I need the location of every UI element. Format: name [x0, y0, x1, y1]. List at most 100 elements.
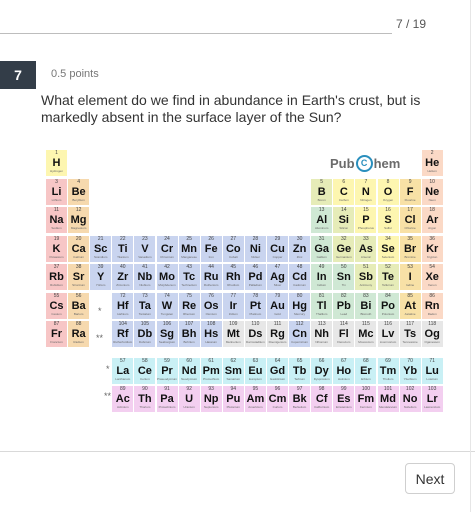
element-cell-lv: 116 Lv Livermorium — [377, 321, 399, 347]
element-name: Hassium — [205, 340, 218, 344]
element-symbol: Mt — [226, 328, 240, 340]
atomic-number: 103 — [428, 386, 437, 392]
atomic-number: 6 — [342, 178, 346, 185]
element-name: Nihonium — [315, 340, 329, 344]
atomic-number: 60 — [186, 357, 192, 364]
element-symbol: Cn — [292, 328, 307, 340]
element-symbol: Tm — [379, 364, 397, 377]
atomic-number: 21 — [97, 235, 104, 242]
element-symbol: Ir — [229, 299, 237, 312]
next-button[interactable]: Next — [405, 463, 455, 494]
element-name: Cesium — [51, 311, 62, 316]
element-cell-mg: 12 Mg Magnesium — [68, 207, 90, 233]
atomic-number: 47 — [274, 264, 281, 270]
element-name: Holmium — [337, 376, 350, 381]
element-cell-os: 76 Os Osmium — [200, 292, 222, 319]
atomic-number: 59 — [164, 357, 170, 364]
element-name: Copernicium — [291, 340, 309, 344]
element-symbol: Bk — [292, 393, 307, 405]
element-name: Livermorium — [379, 340, 397, 344]
atomic-number: 76 — [208, 292, 214, 299]
element-cell-y: 39 Y Yttrium — [90, 264, 112, 290]
atomic-number: 10 — [429, 178, 435, 185]
element-cell-np: 93 Np Neptunium — [200, 386, 222, 412]
element-name: Cobalt — [228, 254, 238, 259]
atomic-number: 54 — [429, 264, 435, 270]
element-cell-rf: 104 Rf Rutherfordium — [112, 321, 134, 347]
element-symbol: Sm — [224, 364, 242, 377]
element-cell-at: 85 At Astatine — [399, 292, 421, 319]
element-cell-yb: 70 Yb Ytterbium — [399, 357, 421, 384]
element-symbol: Zn — [292, 242, 307, 255]
element-cell-ti: 22 Ti Titanium — [112, 235, 134, 262]
element-cell-nh: 113 Nh Nihonium — [311, 321, 333, 347]
element-cell-ir: 77 Ir Iridium — [222, 292, 244, 319]
element-name: Seaborgium — [158, 340, 176, 344]
element-cell-am: 95 Am Americium — [244, 386, 266, 412]
element-symbol: Fm — [357, 393, 375, 405]
atomic-number: 99 — [341, 386, 347, 392]
element-name: Iridium — [228, 311, 238, 316]
element-symbol: Po — [380, 299, 396, 312]
atomic-number: 23 — [142, 235, 148, 242]
element-name: Rhodium — [227, 283, 240, 287]
element-cell-cs: 55 Cs Cesium — [46, 292, 67, 319]
element-name: Manganese — [181, 254, 197, 259]
element-name: Germanium — [335, 254, 352, 259]
element-name: Phosphorus — [357, 226, 374, 230]
element-symbol: Au — [270, 299, 285, 312]
element-symbol: Sg — [159, 328, 175, 340]
element-cell-p: 15 P Phosphorus — [355, 207, 377, 233]
element-symbol: Be — [71, 185, 86, 198]
element-name: Californium — [314, 405, 330, 409]
element-cell-po: 84 Po Polonium — [377, 292, 399, 319]
atomic-number: 104 — [118, 321, 127, 327]
element-name: Bromine — [404, 254, 416, 259]
element-name: Selenium — [381, 254, 395, 259]
periodic-table-image: Pub C hem * ** * ** 1 H Hydrogen 2 He Helium 3… — [46, 148, 446, 412]
element-cell-sr: 38 Sr Strontium — [68, 264, 90, 290]
element-symbol: Al — [316, 214, 328, 226]
element-name: Carbon — [338, 197, 349, 202]
element-cell-ge: 32 Ge Germanium — [333, 235, 355, 262]
element-name: Sodium — [51, 226, 62, 230]
atomic-number: 22 — [120, 235, 126, 242]
atomic-number: 3 — [55, 178, 58, 185]
atomic-number: 58 — [142, 357, 148, 364]
element-name: Platinum — [249, 311, 262, 316]
element-cell-mo: 42 Mo Molybdenum — [156, 264, 178, 290]
atomic-number: 78 — [252, 292, 259, 299]
element-cell-cf: 98 Cf Californium — [311, 386, 333, 412]
element-symbol: Ru — [203, 271, 219, 283]
element-symbol: Ho — [336, 364, 352, 377]
atomic-number: 74 — [164, 292, 170, 299]
atomic-number: 87 — [53, 321, 60, 327]
atomic-number: 94 — [230, 386, 237, 392]
element-cell-eu: 63 Eu Europium — [244, 357, 266, 384]
element-name: Oganesson — [424, 340, 440, 344]
atomic-number: 113 — [317, 321, 326, 327]
atomic-number: 4 — [77, 178, 80, 185]
atomic-number: 67 — [341, 357, 347, 364]
element-cell-v: 23 V Vanadium — [134, 235, 156, 262]
element-symbol: Hf — [116, 299, 129, 312]
element-symbol: Mn — [181, 242, 198, 255]
element-cell-w: 74 W Tungsten — [156, 292, 178, 319]
atomic-number: 91 — [164, 386, 170, 392]
element-symbol: Pb — [336, 299, 351, 312]
element-name: Tungsten — [160, 311, 174, 316]
atomic-number: 93 — [208, 386, 214, 392]
element-cell-ds: 110 Ds Darmstadtium — [244, 321, 266, 347]
pubchem-logo: Pub C hem — [330, 155, 400, 172]
atomic-number: 80 — [296, 292, 303, 299]
element-name: Mendelevium — [379, 405, 397, 409]
element-symbol: Ca — [71, 242, 86, 255]
atomic-number: 61 — [208, 357, 214, 364]
question-progress: 7 / 19 — [396, 17, 427, 31]
element-symbol: Fl — [338, 328, 349, 340]
atomic-number: 112 — [295, 321, 304, 327]
element-symbol: Pm — [202, 364, 220, 377]
element-symbol: Th — [138, 393, 152, 405]
atomic-number: 43 — [186, 264, 192, 270]
element-name: Osmium — [205, 311, 217, 316]
